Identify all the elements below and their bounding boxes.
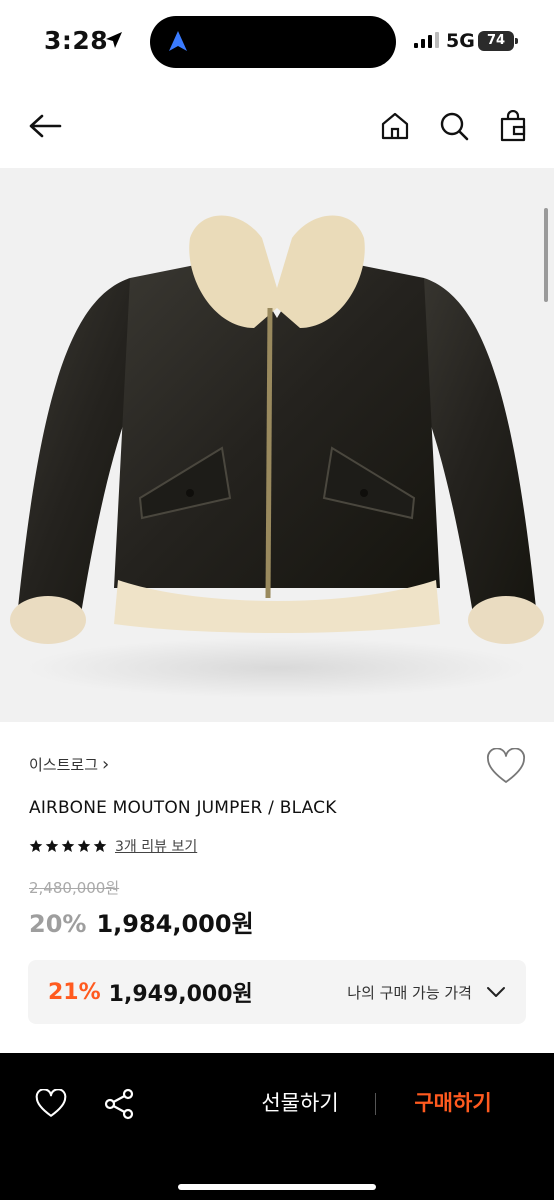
discount-rate: 20% bbox=[29, 910, 87, 938]
star-icon bbox=[29, 839, 43, 852]
product-image[interactable] bbox=[0, 168, 554, 722]
my-discount-rate: 21% bbox=[48, 979, 101, 1005]
rating-row: 3개 리뷰 보기 bbox=[29, 836, 197, 856]
back-button[interactable] bbox=[27, 108, 63, 144]
star-icon bbox=[77, 839, 91, 852]
home-indicator bbox=[178, 1184, 376, 1190]
home-button[interactable] bbox=[377, 108, 413, 144]
bottom-action-bar: 선물하기 구매하기 bbox=[0, 1053, 554, 1200]
rating-stars bbox=[29, 839, 107, 853]
my-price-label: 나의 구매 가능 가격 bbox=[347, 983, 472, 1002]
navigation-arrow-icon bbox=[169, 31, 187, 51]
chevron-right-icon: › bbox=[102, 754, 110, 775]
review-link[interactable]: 3개 리뷰 보기 bbox=[115, 836, 197, 856]
my-price: 1,949,000원 bbox=[108, 982, 253, 1007]
star-icon bbox=[61, 839, 75, 852]
scrollbar-thumb[interactable] bbox=[544, 208, 548, 302]
cart-button[interactable] bbox=[495, 108, 531, 144]
gift-button[interactable]: 선물하기 bbox=[240, 1083, 360, 1123]
sale-price: 1,984,000원 bbox=[96, 910, 254, 938]
share-icon bbox=[104, 1088, 134, 1120]
dynamic-island bbox=[150, 16, 396, 68]
arrow-left-icon bbox=[29, 114, 62, 138]
home-icon bbox=[381, 112, 409, 140]
jacket-photo bbox=[10, 215, 544, 698]
location-arrow-icon bbox=[106, 32, 122, 48]
brand-link[interactable]: 이스트로그 › bbox=[29, 754, 109, 775]
divider bbox=[375, 1093, 376, 1115]
status-bar: 3:28 5G 74 bbox=[0, 0, 554, 84]
heart-icon bbox=[487, 747, 525, 783]
wish-button[interactable] bbox=[33, 1086, 69, 1122]
original-price: 2,480,000원 bbox=[29, 879, 120, 897]
share-button[interactable] bbox=[101, 1086, 137, 1122]
signal-icon bbox=[414, 32, 439, 48]
wishlist-button[interactable] bbox=[486, 747, 526, 786]
network-type: 5G bbox=[446, 30, 475, 52]
product-name: AIRBONE MOUTON JUMPER / BLACK bbox=[29, 798, 337, 818]
top-nav bbox=[0, 84, 554, 168]
shopping-bag-icon bbox=[500, 110, 526, 142]
star-icon bbox=[93, 839, 107, 852]
battery-indicator: 74 bbox=[478, 31, 518, 51]
my-price-toggle[interactable]: 21% 1,949,000원 나의 구매 가능 가격 bbox=[28, 960, 526, 1024]
brand-name: 이스트로그 bbox=[29, 756, 99, 774]
search-button[interactable] bbox=[436, 108, 472, 144]
buy-button[interactable]: 구매하기 bbox=[393, 1083, 513, 1123]
chevron-down-icon bbox=[487, 987, 505, 997]
heart-icon bbox=[35, 1089, 67, 1117]
search-icon bbox=[440, 112, 469, 141]
status-time: 3:28 bbox=[44, 26, 109, 55]
star-icon bbox=[45, 839, 59, 852]
price-row: 20% 1,984,000원 bbox=[29, 904, 254, 939]
